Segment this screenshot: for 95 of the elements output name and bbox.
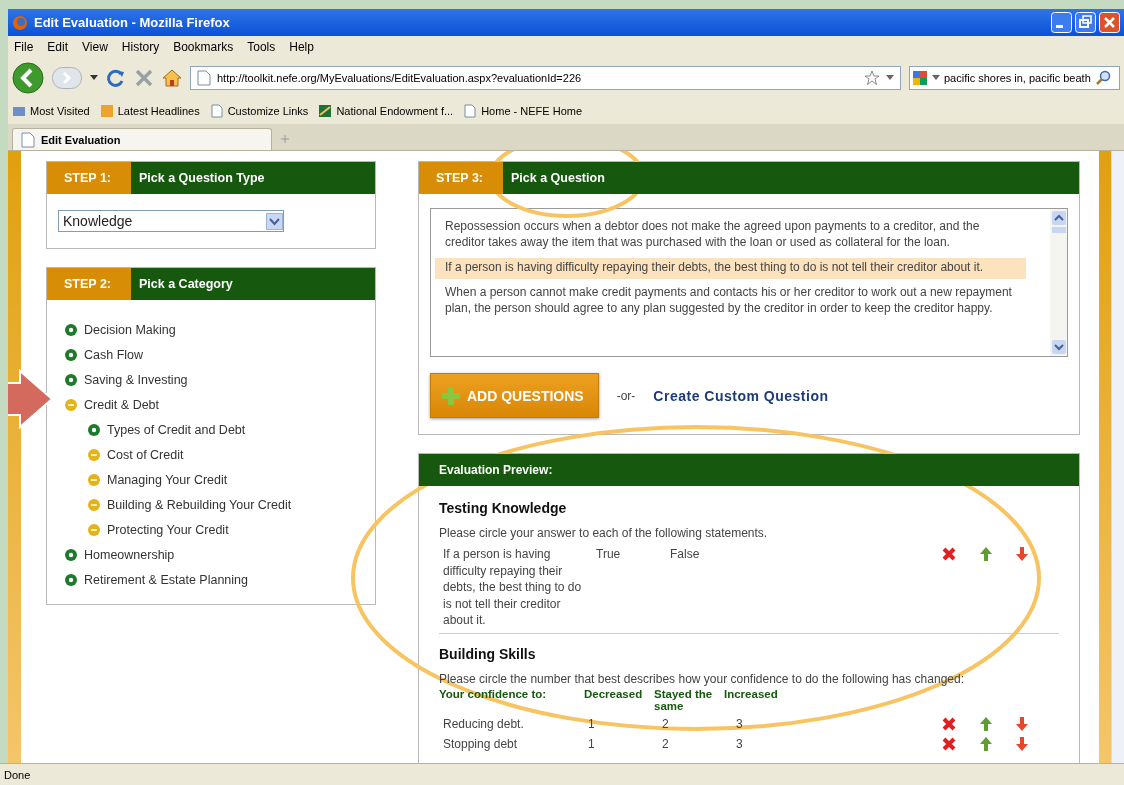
menu-item[interactable]: Bookmarks [173, 40, 234, 54]
dropdown-icon[interactable] [932, 75, 940, 81]
bookmark-link[interactable]: Home - NEFE Home [481, 105, 583, 117]
panel-title: Pick a Question [503, 162, 1079, 194]
panel-title: Pick a Question Type [131, 162, 375, 194]
minimize-icon[interactable] [1051, 12, 1072, 33]
page-scrollbar[interactable] [1111, 151, 1124, 763]
question-option[interactable]: If a person is having difficulty repaying their debts, the best thing to do is not tell their creditor about it. [435, 258, 1026, 279]
statement-text: Stopping debt [442, 736, 519, 751]
page-icon [209, 104, 224, 118]
statement-text: Reducing debt. [442, 716, 525, 731]
subcategory-link[interactable]: Managing Your Credit [107, 472, 228, 487]
feed-icon [99, 104, 114, 118]
section-heading: Testing Knowledge [439, 500, 568, 516]
menu-item[interactable]: History [121, 40, 160, 54]
panel-title: Evaluation Preview: [419, 454, 1079, 486]
scale-number: 1 [587, 716, 596, 731]
window-title: Edit Evaluation - Mozilla Firefox [34, 15, 230, 30]
move-down-icon[interactable] [1015, 546, 1029, 562]
section-heading: Building Skills [439, 645, 537, 662]
star-icon[interactable] [864, 70, 880, 86]
step-label: STEP 3: [419, 162, 503, 194]
menu-item[interactable]: File [14, 40, 34, 54]
home-icon[interactable] [162, 68, 182, 88]
subcategory-link[interactable]: Cost of Credit [107, 447, 184, 462]
scrollbar[interactable] [1050, 209, 1067, 356]
question-type-select[interactable]: Knowledge [58, 210, 284, 232]
back-icon[interactable] [12, 62, 44, 94]
menu-item[interactable]: Tools [247, 40, 276, 54]
delete-icon[interactable] [941, 735, 957, 752]
menu-item[interactable]: View [82, 40, 108, 54]
dropdown-icon[interactable] [266, 212, 283, 230]
category-link[interactable]: Retirement & Estate Planning [84, 572, 248, 587]
bookmark-link[interactable]: Latest Headlines [117, 105, 200, 117]
create-custom-question-link[interactable]: Create Custom Question [653, 387, 829, 404]
move-down-icon[interactable] [1015, 735, 1029, 752]
page-icon [463, 104, 478, 118]
stop-icon[interactable] [134, 68, 154, 88]
status-text: Done [4, 768, 31, 781]
column-header: Decreased [584, 687, 644, 702]
statement-text: If a person is having difficulty repaying their debts, the best thing to do is not tell their creditor about it. [442, 546, 583, 629]
subcategory-link[interactable]: Building & Rebuilding Your Credit [107, 497, 292, 512]
column-header: Increased [724, 687, 779, 702]
delete-icon[interactable] [941, 546, 957, 562]
answer-option: False [662, 546, 736, 563]
move-up-icon[interactable] [979, 546, 993, 562]
search-engine-icon[interactable] [912, 70, 928, 86]
category-link[interactable]: Saving & Investing [84, 372, 188, 387]
forward-icon[interactable] [52, 67, 82, 89]
menu-item[interactable]: Help [289, 40, 314, 54]
scale-number: 1 [587, 736, 596, 751]
dropdown-icon[interactable] [886, 75, 894, 81]
move-up-icon[interactable] [979, 715, 993, 732]
instructions-text: Please circle your answer to each of the following statements. [439, 526, 769, 540]
restore-icon[interactable] [1075, 12, 1096, 33]
page-icon [21, 131, 35, 148]
reload-icon[interactable] [106, 68, 126, 88]
subcategory-link[interactable]: Types of Credit and Debt [107, 422, 246, 437]
move-up-icon[interactable] [979, 735, 993, 752]
subcategory-link[interactable]: Protecting Your Credit [107, 522, 229, 537]
dropdown-icon[interactable] [90, 75, 98, 81]
search-icon[interactable] [1094, 70, 1111, 86]
delete-icon[interactable] [941, 715, 957, 732]
scroll-down-icon[interactable] [1051, 340, 1066, 354]
step-label: STEP 2: [47, 268, 131, 300]
scale-number: 2 [661, 736, 670, 751]
scroll-thumb[interactable] [1051, 227, 1066, 233]
scale-number: 2 [661, 716, 670, 731]
close-icon[interactable] [1099, 12, 1120, 33]
browser-tab[interactable]: Edit Evaluation [12, 128, 272, 150]
or-separator: -or- [616, 388, 636, 403]
bookmark-link[interactable]: Customize Links [227, 105, 309, 117]
question-option[interactable]: When a person cannot make credit payments and contacts his or her creditor to work out a new repayment plan, the person should agree to any plan suggested by the creditor in order to keep the creditor happy. [435, 283, 1026, 320]
step-label: STEP 1: [47, 162, 131, 194]
scale-number: 3 [735, 736, 744, 751]
browser-logo-icon [12, 14, 28, 31]
category-link[interactable]: Credit & Debt [84, 397, 160, 412]
page-icon [197, 70, 211, 86]
category-link[interactable]: Homeownership [84, 547, 175, 562]
menu-item[interactable]: Edit [47, 40, 69, 54]
plus-icon [441, 385, 461, 406]
question-option[interactable]: Repossession occurs when a debtor does not make the agreed upon payments to a creditor, and the creditor takes away the item that was purchased with the loan or used as collateral for the loan. [435, 217, 1026, 254]
move-down-icon[interactable] [1015, 715, 1029, 732]
search-field[interactable]: pacific shores in, pacific beath [909, 66, 1120, 90]
scroll-up-icon[interactable] [1051, 211, 1066, 225]
address-field[interactable]: http://toolkit.nefe.org/MyEvaluations/EditEvaluation.aspx?evaluationId=226 [190, 66, 901, 90]
site-icon [318, 104, 333, 118]
bookmark-link[interactable]: Most Visited [30, 105, 90, 117]
category-link[interactable]: Cash Flow [84, 347, 144, 362]
bookmark-link[interactable]: National Endowment f... [336, 105, 454, 117]
folder-icon [12, 104, 26, 118]
column-header: Stayed the same [654, 687, 714, 712]
answer-option: True [588, 546, 662, 563]
panel-title: Pick a Category [131, 268, 375, 300]
category-link[interactable]: Decision Making [84, 322, 176, 337]
